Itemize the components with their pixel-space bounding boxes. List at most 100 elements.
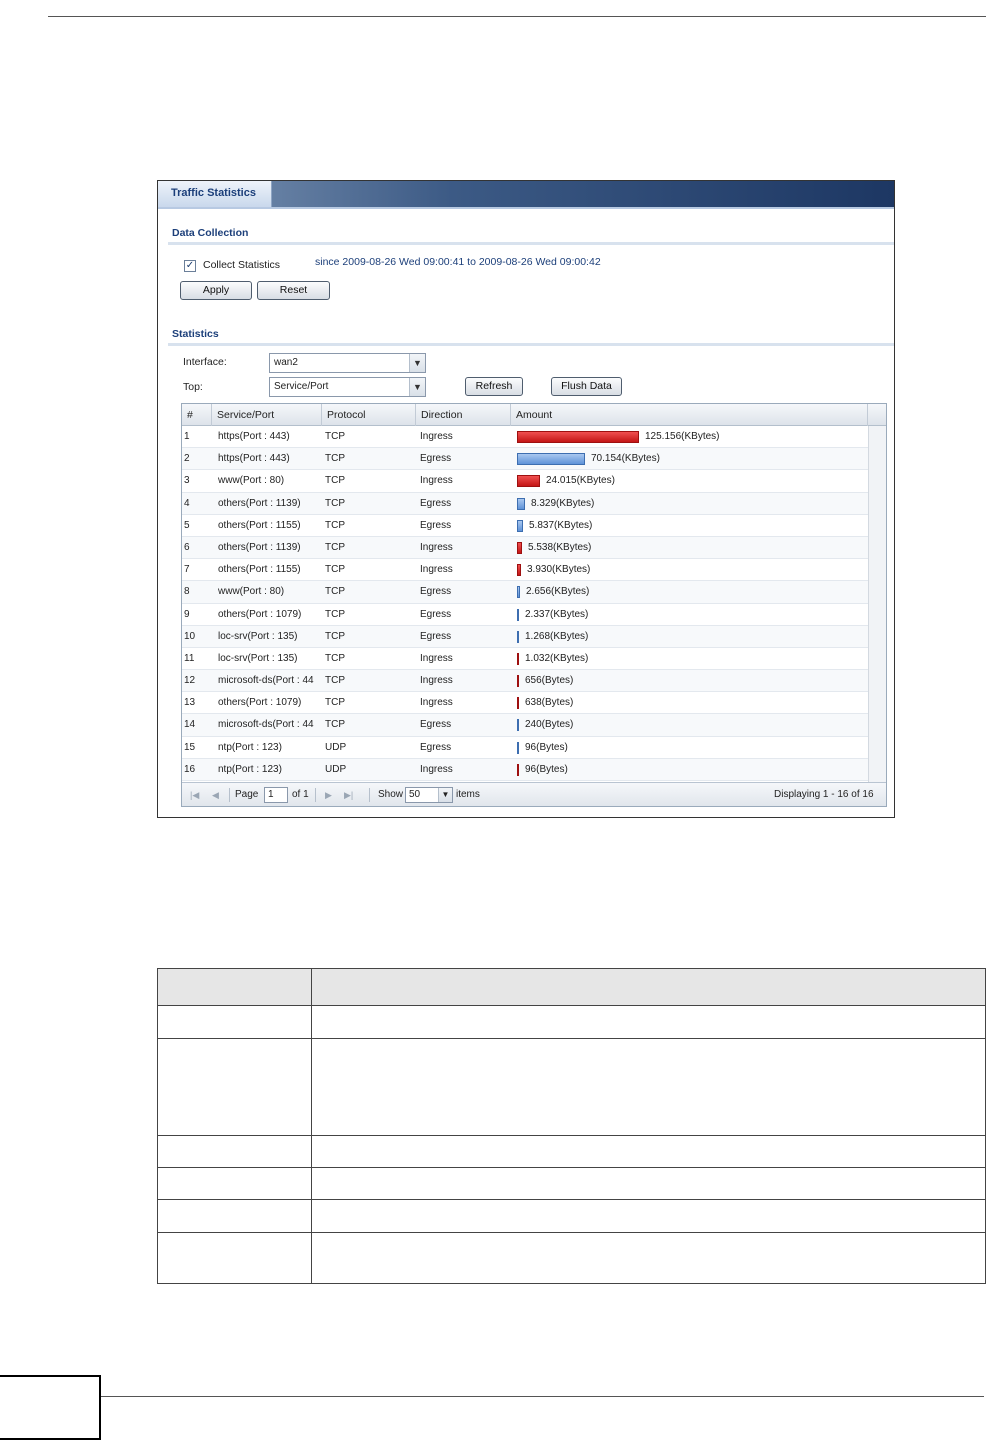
last-page-icon[interactable]: ▶| bbox=[344, 783, 353, 806]
table-cell bbox=[311, 1005, 986, 1039]
amount-bar bbox=[517, 608, 519, 621]
direction-cell: Egress bbox=[420, 630, 452, 642]
protocol-cell: UDP bbox=[325, 741, 347, 753]
table-row[interactable]: 3 www(Port : 80) TCP Ingress 24.015(KBytes) bbox=[182, 470, 868, 493]
row-number: 8 bbox=[184, 586, 190, 598]
table-row bbox=[157, 1167, 986, 1200]
amount-bar bbox=[517, 719, 519, 732]
amount-value: 240(Bytes) bbox=[525, 719, 574, 731]
service-port-cell: https(Port : 443) bbox=[218, 453, 290, 465]
top-select[interactable]: Service/Port ▼ bbox=[269, 377, 426, 397]
reset-button[interactable]: Reset bbox=[257, 281, 330, 300]
table-row[interactable]: 1 https(Port : 443) TCP Ingress 125.156(KByt… bbox=[182, 426, 868, 449]
interface-select[interactable]: wan2 ▼ bbox=[269, 353, 426, 373]
table-row bbox=[157, 1232, 986, 1284]
protocol-cell: UDP bbox=[325, 763, 347, 775]
table-row[interactable]: 7 others(Port : 1155) TCP Ingress 3.930(KByt… bbox=[182, 559, 868, 582]
table-cell bbox=[311, 1038, 986, 1136]
first-page-icon[interactable]: |◀ bbox=[190, 783, 199, 806]
direction-cell: Ingress bbox=[420, 541, 453, 553]
row-number: 10 bbox=[184, 630, 196, 642]
amount-bar bbox=[517, 630, 519, 643]
table-row[interactable]: 14 microsoft-ds(Port : 44 TCP Egress 240(Byt… bbox=[182, 714, 868, 737]
table-row[interactable]: 9 others(Port : 1079) TCP Egress 2.337(KByte… bbox=[182, 604, 868, 626]
amount-value: 3.930(KBytes) bbox=[527, 564, 591, 576]
table-header-row bbox=[157, 968, 986, 1006]
direction-cell: Egress bbox=[420, 741, 452, 753]
items-label: items bbox=[456, 789, 480, 800]
table-row[interactable]: 16 ntp(Port : 123) UDP Ingress 96(Bytes) bbox=[182, 758, 868, 781]
direction-cell: Ingress bbox=[420, 697, 453, 709]
table-row[interactable]: 12 microsoft-ds(Port : 44 TCP Ingress 656(By… bbox=[182, 670, 868, 693]
row-number: 12 bbox=[184, 675, 196, 687]
table-row[interactable]: 10 loc-srv(Port : 135) TCP Egress 1.268(KByt… bbox=[182, 625, 868, 648]
collect-statistics-checkbox[interactable]: ✓ bbox=[184, 260, 196, 272]
collection-period-text: since 2009-08-26 Wed 09:00:41 to 2009-08… bbox=[315, 256, 601, 268]
show-label: Show bbox=[378, 789, 404, 800]
amount-value: 5.538(KBytes) bbox=[528, 541, 592, 553]
protocol-cell: TCP bbox=[325, 675, 345, 687]
column-header-protocol[interactable]: Protocol bbox=[322, 404, 416, 426]
service-port-cell: loc-srv(Port : 135) bbox=[218, 630, 298, 642]
tab-traffic-statistics[interactable]: Traffic Statistics bbox=[158, 181, 272, 207]
direction-cell: Egress bbox=[420, 608, 452, 620]
amount-value: 638(Bytes) bbox=[525, 697, 574, 709]
direction-cell: Egress bbox=[420, 453, 452, 465]
column-header-amount[interactable]: Amount bbox=[511, 404, 868, 426]
apply-button[interactable]: Apply bbox=[180, 281, 252, 300]
service-port-cell: loc-srv(Port : 135) bbox=[218, 652, 298, 664]
next-page-icon[interactable]: ▶ bbox=[325, 783, 332, 806]
previous-page-icon[interactable]: ◀ bbox=[212, 783, 219, 806]
table-row[interactable]: 11 loc-srv(Port : 135) TCP Ingress 1.032(KBy… bbox=[182, 648, 868, 671]
page-count-label: of 1 bbox=[292, 789, 309, 800]
service-port-cell: https(Port : 443) bbox=[218, 431, 290, 442]
pagination-bar: |◀ ◀ Page 1 of 1 ▶ ▶| Show 50 ▼ items Di… bbox=[182, 782, 886, 806]
table-cell bbox=[157, 1232, 312, 1284]
protocol-cell: TCP bbox=[325, 586, 345, 598]
interface-label: Interface: bbox=[183, 356, 227, 368]
amount-bar bbox=[517, 741, 519, 754]
protocol-cell: TCP bbox=[325, 541, 345, 553]
table-row[interactable]: 5 others(Port : 1155) TCP Egress 5.837(KByte… bbox=[182, 515, 868, 537]
table-row[interactable]: 6 others(Port : 1139) TCP Ingress 5.538(KByt… bbox=[182, 536, 868, 560]
column-header-direction[interactable]: Direction bbox=[416, 404, 511, 426]
protocol-cell: TCP bbox=[325, 497, 345, 509]
row-number: 3 bbox=[184, 475, 190, 487]
chevron-down-icon[interactable]: ▼ bbox=[409, 378, 425, 396]
table-cell bbox=[157, 1005, 312, 1039]
direction-cell: Ingress bbox=[420, 763, 453, 775]
table-cell bbox=[311, 1232, 986, 1284]
service-port-cell: microsoft-ds(Port : 44 bbox=[218, 719, 314, 731]
protocol-cell: TCP bbox=[325, 630, 345, 642]
protocol-cell: TCP bbox=[325, 475, 345, 487]
table-row[interactable]: 8 www(Port : 80) TCP Egress 2.656(KBytes) bbox=[182, 581, 868, 604]
amount-value: 70.154(KBytes) bbox=[591, 453, 660, 465]
service-port-cell: others(Port : 1139) bbox=[218, 541, 301, 553]
chevron-down-icon[interactable]: ▼ bbox=[409, 354, 425, 372]
service-port-cell: ntp(Port : 123) bbox=[218, 741, 282, 753]
amount-bar bbox=[517, 519, 523, 532]
table-row[interactable]: 15 ntp(Port : 123) UDP Egress 96(Bytes) bbox=[182, 737, 868, 759]
interface-select-value: wan2 bbox=[274, 357, 298, 368]
refresh-button[interactable]: Refresh bbox=[465, 377, 523, 396]
protocol-cell: TCP bbox=[325, 564, 345, 576]
table-row[interactable]: 2 https(Port : 443) TCP Egress 70.154(KBytes… bbox=[182, 448, 868, 471]
page-number-input[interactable]: 1 bbox=[264, 787, 288, 803]
pager-separator bbox=[369, 788, 370, 802]
protocol-cell: TCP bbox=[325, 608, 345, 620]
vertical-scrollbar[interactable] bbox=[868, 426, 886, 782]
table-row[interactable]: 4 others(Port : 1139) TCP Egress 8.329(KByte… bbox=[182, 492, 868, 515]
column-header-number[interactable]: # bbox=[182, 404, 212, 426]
table-row bbox=[157, 1199, 986, 1233]
column-header-service-port[interactable]: Service/Port bbox=[212, 404, 322, 426]
displaying-count: Displaying 1 - 16 of 16 bbox=[774, 789, 874, 800]
chevron-down-icon[interactable]: ▼ bbox=[438, 788, 452, 802]
service-port-cell: www(Port : 80) bbox=[218, 586, 285, 598]
direction-cell: Ingress bbox=[420, 475, 453, 487]
page-size-select[interactable]: 50 ▼ bbox=[405, 787, 453, 803]
flush-data-button[interactable]: Flush Data bbox=[551, 377, 622, 396]
amount-bar bbox=[517, 675, 519, 688]
amount-value: 125.156(KBytes) bbox=[645, 431, 720, 442]
table-row[interactable]: 13 others(Port : 1079) TCP Ingress 638(Bytes… bbox=[182, 692, 868, 715]
traffic-statistics-window: Traffic Statistics Data Collection ✓ Col… bbox=[157, 180, 895, 818]
